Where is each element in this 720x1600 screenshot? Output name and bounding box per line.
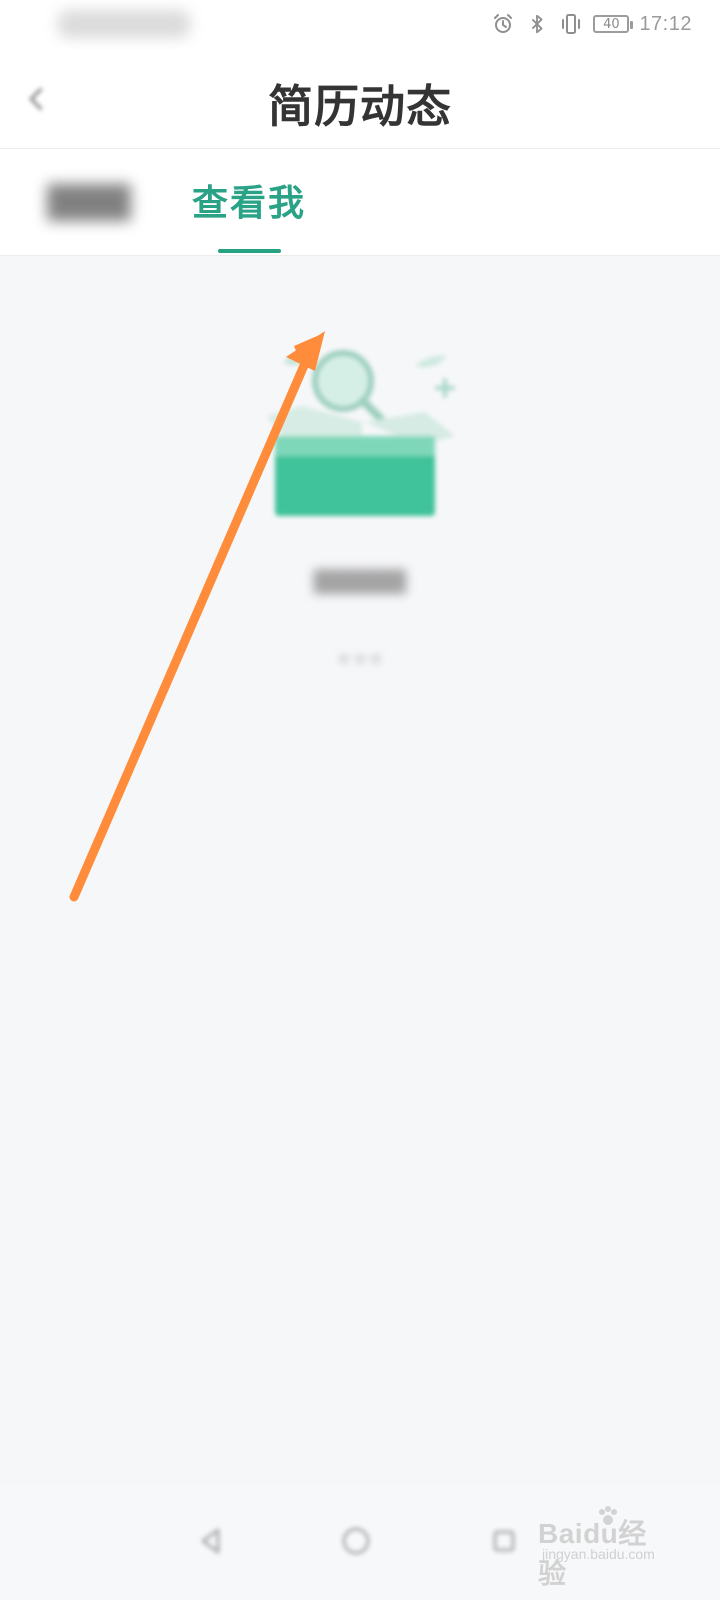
- clock-time: 17:12: [639, 12, 692, 35]
- system-navigation-bar: Baidu经验 jingyan.baidu.com: [0, 1485, 720, 1600]
- active-tab-indicator: [218, 249, 281, 253]
- vibrate-icon: [559, 12, 583, 36]
- tab-who-viewed-me[interactable]: ▇▇▇: [33, 173, 145, 227]
- nav-recent-button[interactable]: [476, 1515, 532, 1571]
- empty-state-hint: ▪ ▪ ▪: [338, 648, 382, 667]
- tab-label-blurred: ▇▇▇: [47, 179, 131, 221]
- battery-indicator: 40: [593, 15, 634, 33]
- triangle-back-icon: [193, 1523, 229, 1563]
- empty-state: ▇▇▇▇▇ ▪ ▪ ▪: [0, 256, 720, 686]
- battery-level: 40: [603, 16, 620, 32]
- nav-home-button[interactable]: [328, 1515, 384, 1571]
- baidu-jingyan-watermark: Baidu经验 jingyan.baidu.com: [538, 1502, 668, 1589]
- circle-home-icon: [338, 1523, 374, 1563]
- app-header: 简历动态: [0, 50, 720, 148]
- screen: 40 17:12 简历动态 ▇▇▇ 查看我 ▇▇▇▇▇ ▪ ▪ ▪ Baidu经…: [0, 0, 720, 1600]
- status-icons: 40 17:12: [491, 9, 692, 39]
- tab-viewed-me[interactable]: 查看我: [192, 173, 306, 227]
- watermark-site: jingyan.baidu.com: [542, 1546, 655, 1562]
- status-bar: 40 17:12: [0, 0, 720, 50]
- empty-box-icon: [267, 350, 455, 516]
- square-recent-icon: [486, 1523, 522, 1563]
- bluetooth-icon: [525, 12, 549, 36]
- empty-state-message: ▇▇▇▇▇: [313, 566, 407, 594]
- carrier-info: [58, 10, 190, 38]
- nav-back-button[interactable]: [183, 1515, 239, 1571]
- tab-bar: ▇▇▇ 查看我: [0, 148, 720, 256]
- alarm-icon: [491, 12, 515, 36]
- page-title: 简历动态: [267, 80, 452, 133]
